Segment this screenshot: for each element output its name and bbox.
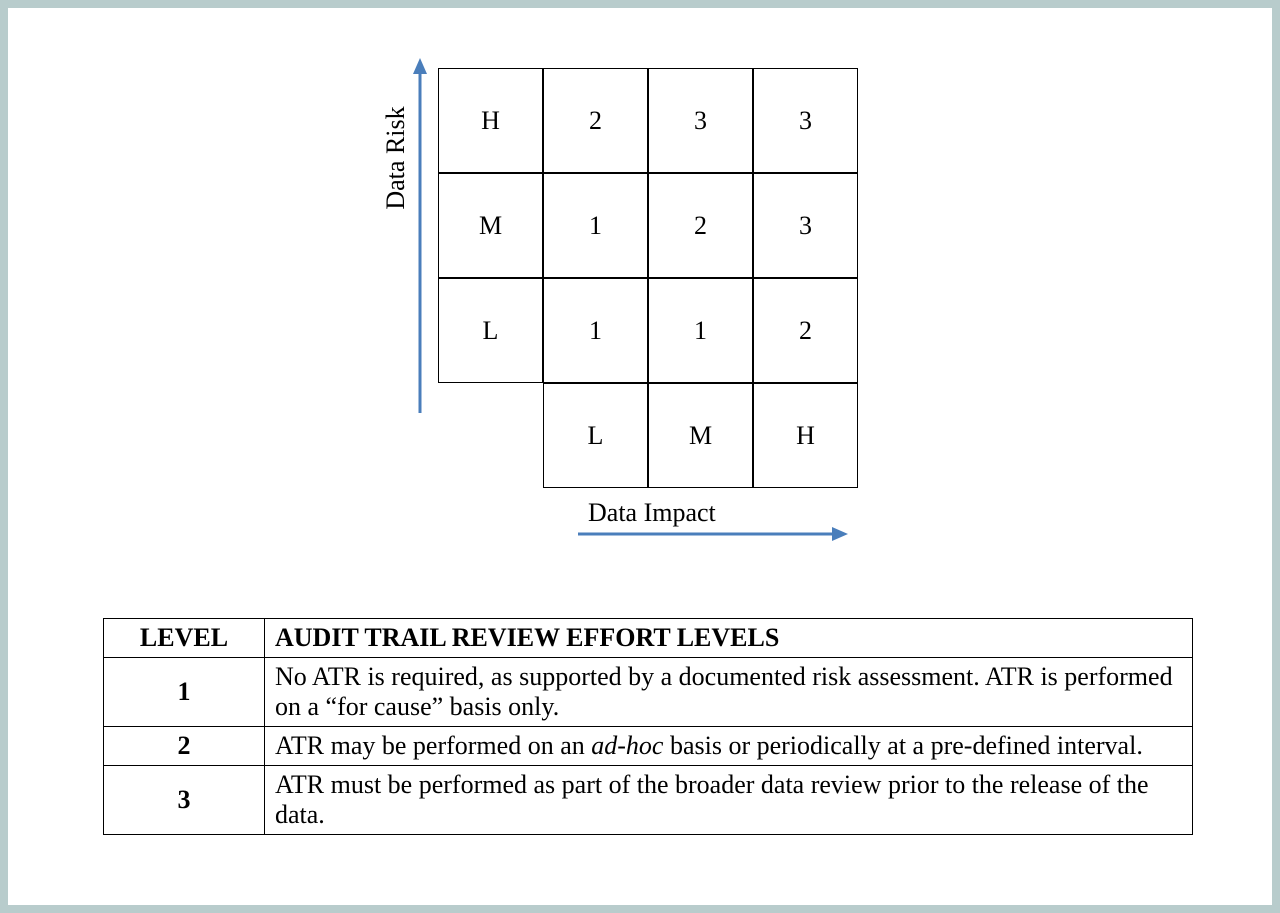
y-level-M: M [438,173,543,278]
y-level-H: H [438,68,543,173]
level-number: 2 [104,727,265,766]
level-number: 1 [104,658,265,727]
level-desc: ATR may be performed on an ad-hoc basis … [265,727,1193,766]
header-desc: AUDIT TRAIL REVIEW EFFORT LEVELS [265,619,1193,658]
matrix-grid: H 2 3 3 M 1 2 3 L 1 1 2 L M H [438,68,858,488]
matrix-cell: 3 [753,173,858,278]
text-italic: ad-hoc [591,731,663,760]
matrix-cell: 2 [543,68,648,173]
y-level-L: L [438,278,543,383]
text-fragment: basis or periodically at a pre-defined i… [663,731,1142,760]
table-row: 1 No ATR is required, as supported by a … [104,658,1193,727]
level-desc: No ATR is required, as supported by a do… [265,658,1193,727]
arrow-right-icon [578,526,848,542]
matrix-cell: 1 [648,278,753,383]
x-level-L: L [543,383,648,488]
x-level-H: H [753,383,858,488]
matrix-cell: 1 [543,173,648,278]
matrix-cell: 3 [648,68,753,173]
matrix-cell: 3 [753,68,858,173]
level-desc: ATR must be performed as part of the bro… [265,766,1193,835]
matrix-cell: 2 [648,173,753,278]
table-header-row: LEVEL AUDIT TRAIL REVIEW EFFORT LEVELS [104,619,1193,658]
arrow-up-icon [413,58,427,413]
header-level: LEVEL [104,619,265,658]
effort-levels-table: LEVEL AUDIT TRAIL REVIEW EFFORT LEVELS 1… [103,618,1193,835]
y-axis: Data Risk [393,58,423,413]
level-number: 3 [104,766,265,835]
figure-frame: Data Risk H 2 3 3 M 1 2 3 L 1 1 2 L M H [0,0,1280,913]
table-row: 2 ATR may be performed on an ad-hoc basi… [104,727,1193,766]
text-fragment: ATR may be performed on an [275,731,591,760]
table-row: 3 ATR must be performed as part of the b… [104,766,1193,835]
x-axis-label: Data Impact [588,498,716,528]
matrix-cell: 1 [543,278,648,383]
y-axis-label: Data Risk [381,0,411,158]
x-axis [578,526,848,542]
matrix-cell: 2 [753,278,858,383]
x-level-M: M [648,383,753,488]
risk-impact-matrix: Data Risk H 2 3 3 M 1 2 3 L 1 1 2 L M H [358,48,958,568]
matrix-corner-empty [438,383,543,488]
